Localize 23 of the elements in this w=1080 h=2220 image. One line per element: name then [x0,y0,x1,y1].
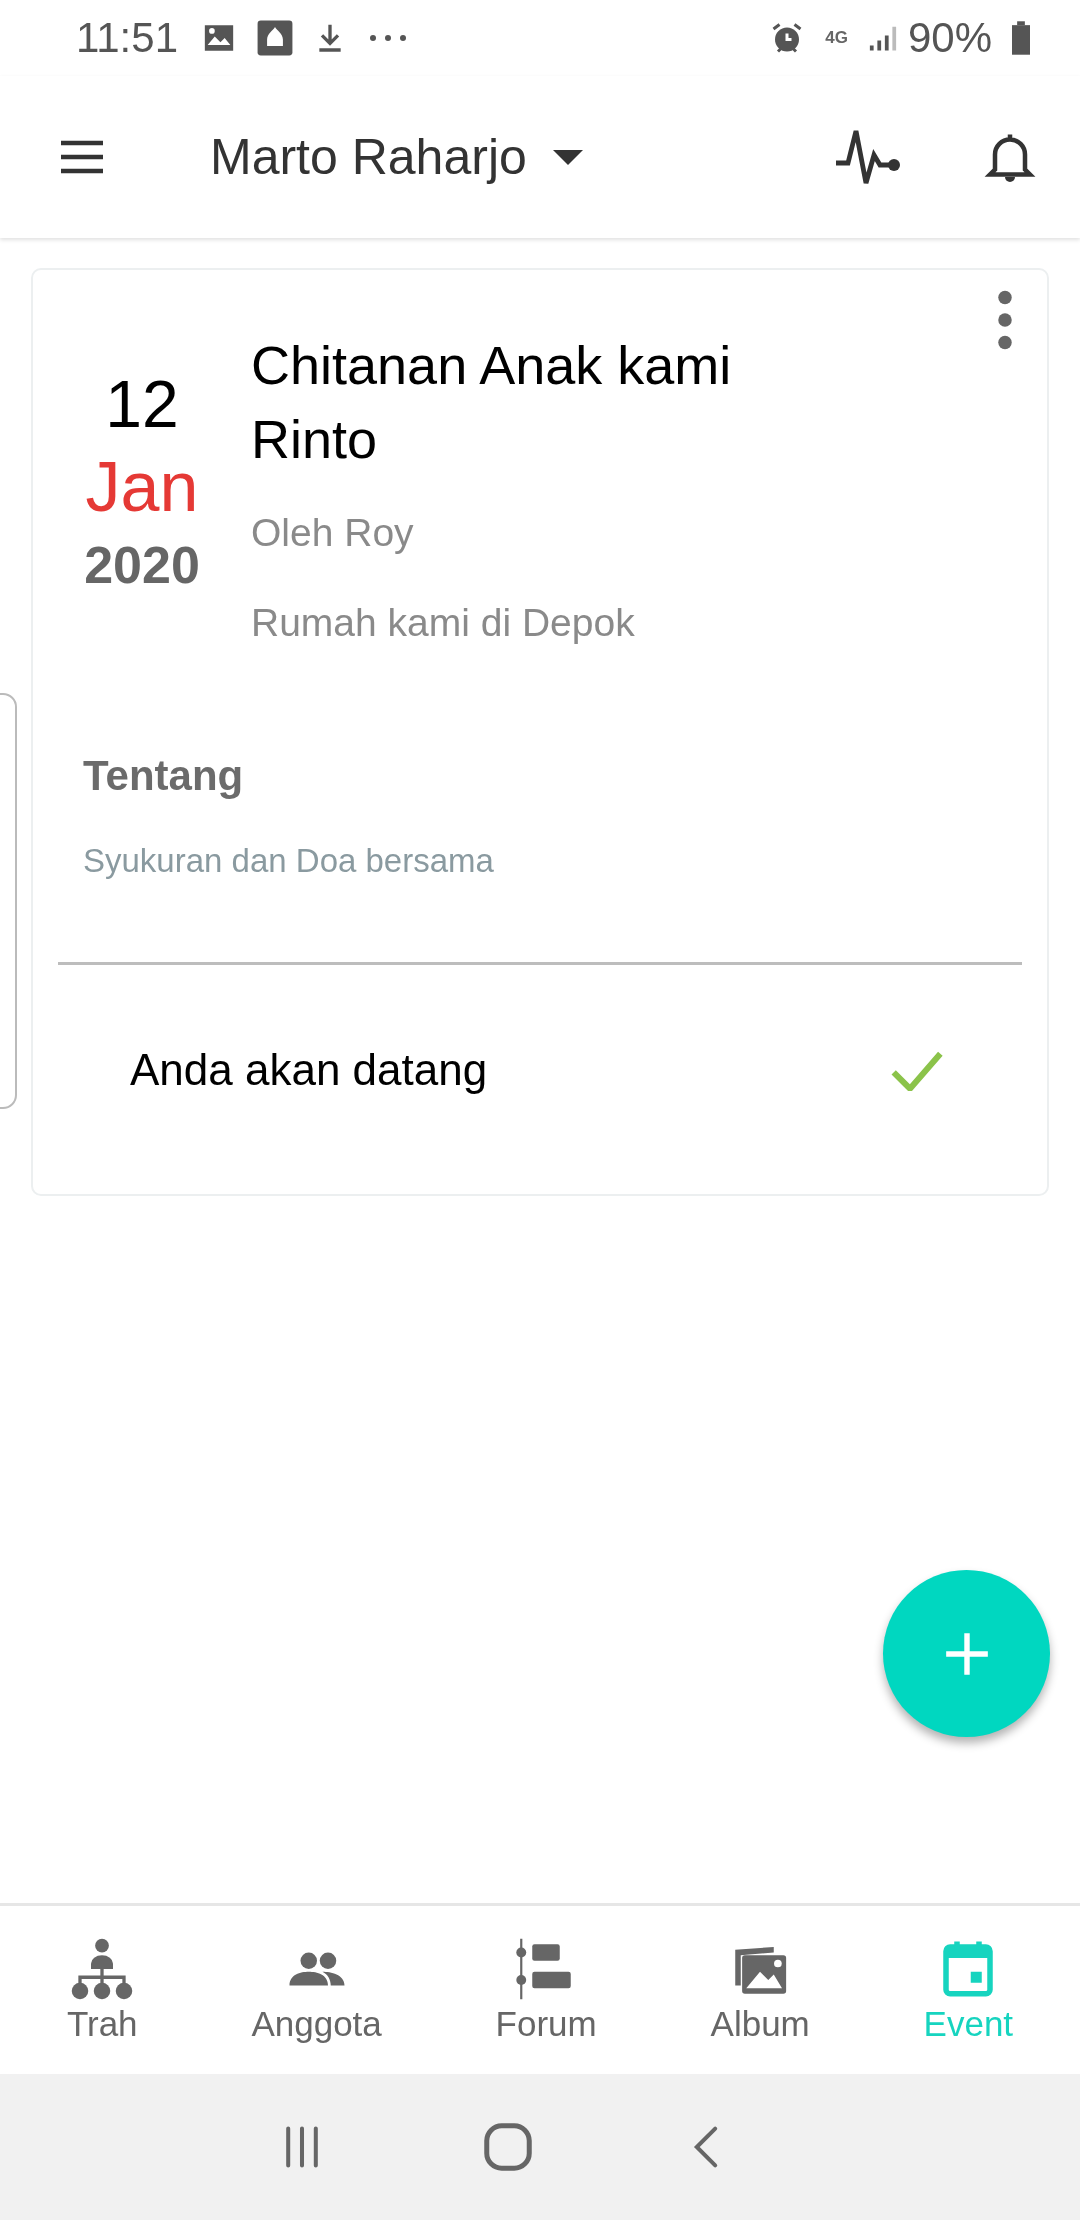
caret-icon [552,149,583,165]
people-tab[interactable]: Anggota [243,1936,390,2044]
battery-icon [1012,21,1030,55]
event-day: 12 [105,364,179,444]
forum-tab[interactable]: Forum [487,1936,605,2044]
event-month: Jan [85,447,199,528]
attendance-label: Anda akan datang [130,1045,488,1095]
mosque-icon [256,19,294,57]
about-text: Syukuran dan Doa bersama [83,842,495,880]
event-year: 2020 [84,535,200,596]
home-icon[interactable] [483,2122,533,2172]
account-dropdown[interactable]: Marto Raharjo [210,128,583,186]
status-time: 11:51 [76,14,178,62]
album-tab[interactable]: Album [702,1936,818,2044]
event-location: Rumah kami di Depok [251,600,636,646]
activity-icon[interactable] [836,127,900,187]
network-type: 4G [825,28,848,48]
about-heading: Tentang [83,752,245,800]
battery-level: 90% [907,14,992,62]
tree-tab[interactable]: Trah [58,1936,146,2044]
event-organizer: Oleh Roy [251,510,415,556]
event-title: Chitanan Anak kami Rinto [251,334,733,471]
more-options-icon[interactable] [997,290,1013,350]
